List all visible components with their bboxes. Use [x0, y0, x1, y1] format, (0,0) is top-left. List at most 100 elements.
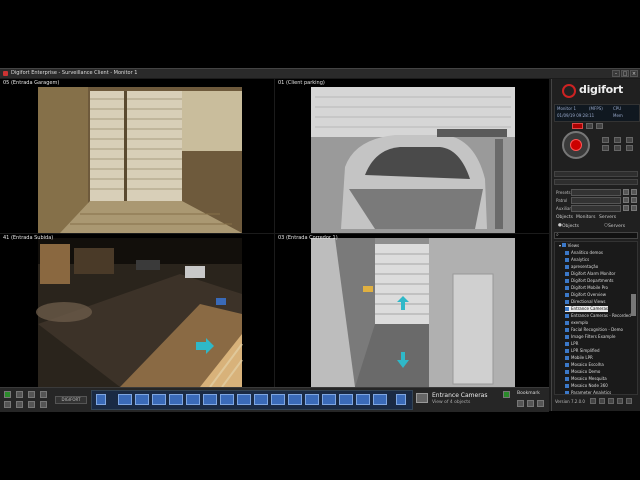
zoom-out-button[interactable]: [602, 145, 609, 151]
footer-button-5[interactable]: [626, 398, 632, 404]
iris-close-button[interactable]: [626, 145, 633, 151]
focus-far-button[interactable]: [614, 145, 621, 151]
layout-button-10[interactable]: [271, 394, 285, 405]
search-input[interactable]: ⌕: [554, 232, 638, 239]
footer-button-1[interactable]: [590, 398, 596, 404]
layout-button-9[interactable]: [254, 394, 268, 405]
auxiliary-select[interactable]: [571, 205, 621, 212]
toolbar-button-6[interactable]: [16, 401, 23, 408]
version-label: Version 7.2.0.0: [555, 399, 585, 404]
camera-tile-parking[interactable]: 01 (Client parking): [275, 79, 549, 233]
tree-item[interactable]: Image Filters Example: [565, 334, 615, 340]
focus-near-button[interactable]: [614, 137, 621, 143]
toolbar-button-3[interactable]: [28, 391, 35, 398]
toolbar-button-2[interactable]: [16, 391, 23, 398]
radio-servers[interactable]: ○ Servers: [604, 223, 625, 229]
layout-1x1-button[interactable]: [118, 394, 132, 405]
layout-button-5[interactable]: [186, 394, 200, 405]
presets-select[interactable]: [571, 189, 621, 196]
auxiliary-off-button[interactable]: [631, 205, 637, 211]
patrol-select[interactable]: [571, 197, 621, 204]
tree-item[interactable]: apresentação: [565, 264, 598, 270]
tree-item[interactable]: exemplo: [565, 320, 588, 326]
tree-item[interactable]: Digifort Departments: [565, 278, 613, 284]
bookmark-icon[interactable]: [503, 391, 510, 398]
camera-tile-garage[interactable]: 05 (Entrada Garagem): [0, 79, 274, 233]
tree-item[interactable]: Mobile LPR: [565, 355, 593, 361]
footer-button-3[interactable]: [608, 398, 614, 404]
patrol-start-button[interactable]: [623, 197, 629, 203]
toolbar-button-7[interactable]: [28, 401, 35, 408]
layout-button-16[interactable]: [373, 394, 387, 405]
speed-slider[interactable]: [554, 171, 638, 177]
layout-button-6[interactable]: [203, 394, 217, 405]
layout-button-2[interactable]: [135, 394, 149, 405]
tree-item[interactable]: Analytics: [565, 257, 589, 263]
tree-item[interactable]: Digifort Mobile Pro: [565, 285, 608, 291]
footer-button-2[interactable]: [599, 398, 605, 404]
presets-save-button[interactable]: [631, 189, 637, 195]
tab-objects[interactable]: Objects: [556, 215, 573, 220]
tree-root-views[interactable]: ▾ Views: [559, 243, 579, 248]
ptz-joystick[interactable]: [562, 131, 590, 159]
camera-tile-corridor[interactable]: 03 (Entrada Corredor 1): [275, 234, 549, 387]
bookmark-add-button[interactable]: [537, 400, 544, 407]
layout-button-12[interactable]: [305, 394, 319, 405]
tree-item[interactable]: Parameter Analytics: [565, 390, 611, 394]
layout-button-3[interactable]: [152, 394, 166, 405]
layout-button-15[interactable]: [356, 394, 370, 405]
patrol-label: Patrol: [556, 198, 568, 203]
tree-item[interactable]: Mosaico Mesquita: [565, 376, 607, 382]
layout-button-11[interactable]: [288, 394, 302, 405]
tree-item[interactable]: Digifort Overview: [565, 292, 606, 298]
zoom-in-button[interactable]: [602, 137, 609, 143]
ptz-joystick-center[interactable]: [570, 139, 582, 151]
tree-item[interactable]: LPR: [565, 341, 578, 347]
ptz-button-b[interactable]: [596, 123, 603, 129]
bookmark-prev-button[interactable]: [517, 400, 524, 407]
layout-next-button[interactable]: [396, 394, 406, 405]
bookmark-next-button[interactable]: [527, 400, 534, 407]
quick-preset-strip[interactable]: [554, 179, 638, 185]
layout-prev-button[interactable]: [96, 394, 106, 405]
toolbar-button-5[interactable]: [4, 401, 11, 408]
layout-button-8[interactable]: [237, 394, 251, 405]
object-tree: ▾ Views Analitico demos Analytics aprese…: [554, 241, 638, 395]
iris-open-button[interactable]: [626, 137, 633, 143]
tree-item[interactable]: Entrance Cameras - Recorded: [565, 313, 631, 319]
layout-button-7[interactable]: [220, 394, 234, 405]
tree-item[interactable]: Facial Recognition - Demo: [565, 327, 623, 333]
tree-item-selected[interactable]: Entrance Cameras: [565, 306, 608, 312]
minimize-button[interactable]: –: [612, 70, 620, 77]
record-button[interactable]: [572, 123, 583, 129]
tree-item[interactable]: Digifort Alarm Monitor: [565, 271, 615, 277]
view-icon: [565, 300, 569, 304]
tree-item[interactable]: Directional Views: [565, 299, 605, 305]
maximize-button[interactable]: □: [621, 70, 629, 77]
camera-feed-street: [0, 234, 274, 387]
tree-item[interactable]: Mosaico Escolha: [565, 362, 604, 368]
layout-button-4[interactable]: [169, 394, 183, 405]
footer-button-4[interactable]: [617, 398, 623, 404]
radio-objects[interactable]: ● Objects: [558, 223, 579, 229]
tab-servers[interactable]: Servers: [599, 215, 616, 220]
ptz-button-a[interactable]: [586, 123, 593, 129]
layout-button-13[interactable]: [322, 394, 336, 405]
tree-item[interactable]: LPR Simplified: [565, 348, 600, 354]
tree-item[interactable]: Mosaico Demo: [565, 369, 600, 375]
tree-item[interactable]: Analitico demos: [565, 250, 603, 256]
tab-monitors[interactable]: Monitors: [576, 215, 595, 220]
tree-item[interactable]: Mosaico Node 360: [565, 383, 608, 389]
auxiliary-on-button[interactable]: [623, 205, 629, 211]
patrol-stop-button[interactable]: [631, 197, 637, 203]
camera-tile-street[interactable]: 41 (Entrada Subida): [0, 234, 274, 387]
layout-button-14[interactable]: [339, 394, 353, 405]
tree-scrollbar[interactable]: [631, 294, 636, 316]
toolbar-button-4[interactable]: [40, 391, 47, 398]
play-button[interactable]: [4, 391, 11, 398]
close-button[interactable]: ×: [630, 70, 638, 77]
presets-go-button[interactable]: [623, 189, 629, 195]
auxiliary-row: Auxiliary: [554, 205, 638, 212]
toolbar-button-8[interactable]: [40, 401, 47, 408]
current-view[interactable]: Entrance Cameras View of 4 objects: [416, 391, 500, 407]
